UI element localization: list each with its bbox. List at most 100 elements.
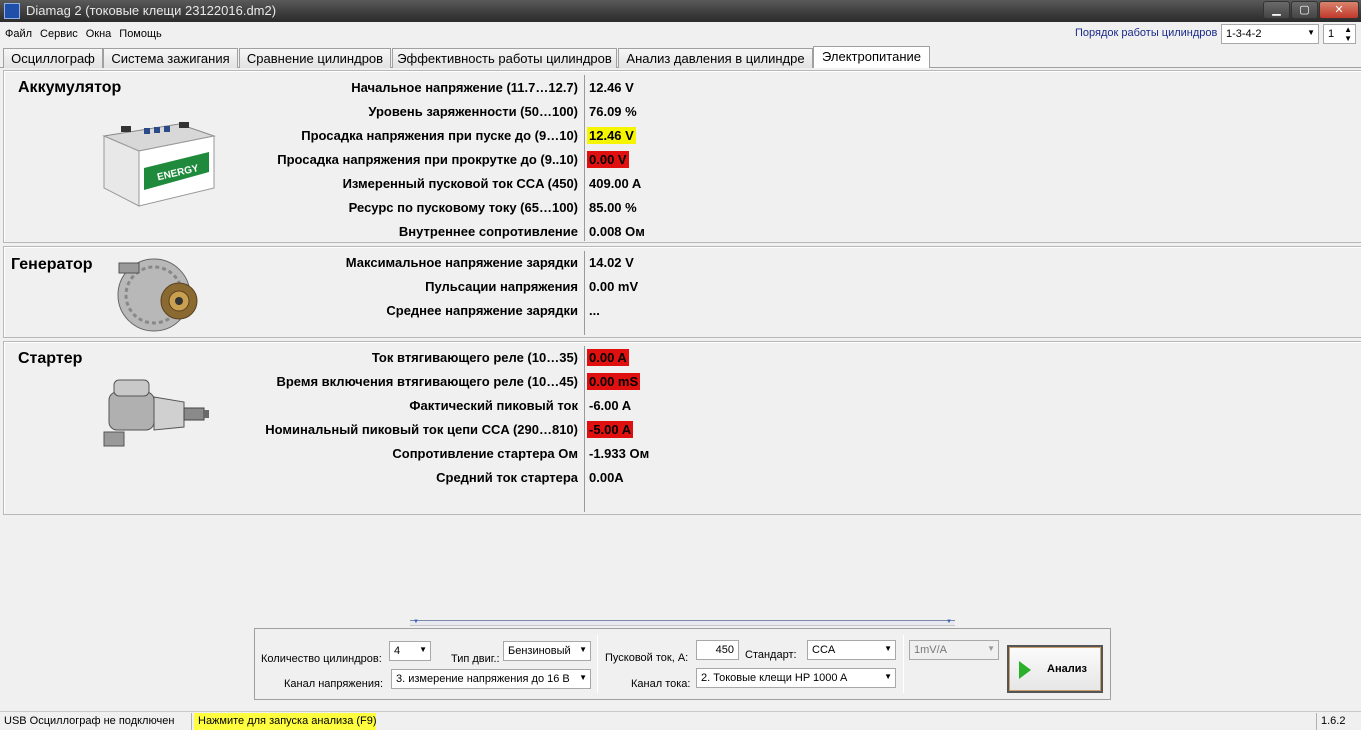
window-title: Diamag 2 (токовые клещи 23122016.dm2) [26,3,277,18]
starter-row-label: Сопротивление стартера Ом [392,446,578,461]
usb-status: USB Осциллограф не подключен [0,713,192,730]
starter-row-value: 0.00 A [587,349,629,366]
starter-row-label: Ток втягивающего реле (10…35) [371,350,578,365]
tab-ignition[interactable]: Система зажигания [103,48,238,68]
battery-row-value: 12.46 V [587,127,636,144]
current-channel-label: Канал тока: [631,678,691,690]
chevron-down-icon: ▼ [884,644,892,653]
menu-bar: Файл Сервис Окна Помощь [0,24,900,44]
play-icon [1019,661,1031,679]
tab-power-supply[interactable]: Электропитание [813,46,930,69]
menu-file[interactable]: Файл [0,24,35,40]
battery-row-label: Просадка напряжения при пуске до (9…10) [301,128,578,143]
generator-divider [584,251,585,335]
engine-type-value: Бензиновый [508,645,571,657]
starter-row-value: -6.00 A [589,398,632,413]
minimize-button[interactable]: ▁ [1263,1,1290,19]
starter-row-value: 0.00 mS [587,373,641,390]
status-bar: USB Осциллограф не подключен Нажмите для… [0,711,1361,730]
menu-help[interactable]: Помощь [114,24,165,40]
tab-cylinder-efficiency[interactable]: Эффективность работы цилиндров [392,48,617,68]
tab-strip: Осциллограф Система зажигания Сравнение … [0,46,1361,69]
chevron-down-icon: ▼ [1307,28,1315,37]
voltage-channel-label: Канал напряжения: [284,678,383,690]
tab-pressure-analysis[interactable]: Анализ давления в цилиндре [618,48,813,68]
battery-row-value: 0.00 V [587,151,629,168]
panel-splitter[interactable]: ▼ ▼ [410,619,955,626]
battery-row-value: 409.00 A [589,176,642,191]
standard-value: CCA [812,644,836,656]
engine-type-label: Тип двиг.: [451,653,500,665]
starter-row-label: Время включения втягивающего реле (10…45… [276,374,578,389]
battery-row-label: Внутреннее сопротивление [398,224,578,239]
battery-row-value: 12.46 V [589,80,634,95]
cyl-count-value: 4 [394,645,401,657]
battery-row-label: Начальное напряжение (11.7…12.7) [351,80,578,95]
chevron-down-icon: ▼ [579,673,587,682]
cylinder-order-label: Порядок работы цилиндров [1075,27,1218,39]
tab-cylinder-compare[interactable]: Сравнение цилиндров [239,48,391,68]
analyze-button[interactable]: Анализ [1007,645,1103,693]
cylinder-index-value: 1 [1328,28,1335,40]
start-current-input[interactable]: 450 [696,640,739,660]
generator-row-label: Максимальное напряжение зарядки [345,255,578,270]
generator-row-label: Пульсации напряжения [425,279,578,294]
maximize-button[interactable]: ▢ [1291,1,1318,19]
version-label: 1.6.2 [1316,713,1361,730]
starter-row-label: Фактический пиковый ток [409,398,578,413]
cylinder-index-spinner[interactable]: 1 ▲ ▼ [1323,24,1356,44]
starter-row-label: Номинальный пиковый ток цепи CCA (290…81… [265,422,578,437]
starter-row-label: Средний ток стартера [436,470,578,485]
chevron-down-icon: ▼ [579,645,587,654]
generator-row-value: 14.02 V [589,255,634,270]
splitter-right-marker-icon: ▼ [946,619,952,625]
battery-row-label: Уровень заряженности (50…100) [368,104,578,119]
battery-divider [584,75,585,241]
power-supply-panel: Аккумулятор ENERGY Начальное напряжение … [0,68,1361,713]
battery-row-label: Ресурс по пусковому току (65…100) [348,200,578,215]
spinner-arrows-icon: ▲ ▼ [1344,25,1352,43]
app-icon [4,3,20,19]
analysis-control-panel: Количество цилиндров: 4 ▼ Тип двиг.: Бен… [254,628,1111,700]
generator-row-value: 0.00 mV [589,279,639,294]
battery-row-label: Просадка напряжения при прокрутке до (9.… [277,152,578,167]
menu-service[interactable]: Сервис [35,24,81,40]
battery-row-value: 85.00 % [589,200,637,215]
tab-oscilloscope[interactable]: Осциллограф [3,48,103,68]
standard-label: Стандарт: [745,649,797,661]
battery-section: Аккумулятор ENERGY Начальное напряжение … [3,70,1361,243]
chevron-down-icon: ▼ [987,644,995,653]
scale-value: 1mV/A [914,644,948,656]
starter-row-value: -5.00 A [587,421,634,438]
starter-row-value: 0.00A [589,470,624,485]
start-current-label: Пусковой ток, А: [605,652,689,664]
standard-select[interactable]: CCA ▼ [807,640,896,660]
analyze-button-label: Анализ [1047,663,1087,675]
battery-row-value: 0.008 Ом [589,224,645,239]
control-separator [903,635,904,693]
starter-row-value: -1.933 Ом [589,446,650,461]
battery-row-value: 76.09 % [589,104,637,119]
menu-windows[interactable]: Окна [81,24,115,40]
scale-select[interactable]: 1mV/A ▼ [909,640,999,660]
chevron-down-icon: ▼ [419,645,427,654]
cylinder-order-value: 1-3-4-2 [1226,28,1262,40]
battery-row-label: Измеренный пусковой ток CCA (450) [342,176,578,191]
title-bar: Diamag 2 (токовые клещи 23122016.dm2) ▁ … [0,0,1361,22]
splitter-left-marker-icon: ▼ [413,619,419,625]
close-button[interactable]: ✕ [1319,1,1359,19]
generator-row-value: ... [589,303,600,318]
cyl-count-label: Количество цилиндров: [261,653,382,665]
control-separator [597,635,598,693]
starter-divider [584,346,585,512]
engine-type-select[interactable]: Бензиновый ▼ [503,641,591,661]
analysis-hint[interactable]: Нажмите для запуска анализа (F9) [194,713,377,730]
generator-row-label: Среднее напряжение зарядки [386,303,578,318]
starter-section: Стартер Ток втягивающего реле (10…35) 0.0… [3,341,1361,515]
cyl-count-select[interactable]: 4 ▼ [389,641,431,661]
generator-section: Генератор Максимальное напряжение зарядк… [3,246,1361,338]
chevron-down-icon: ▼ [884,672,892,681]
voltage-channel-select[interactable]: 3. измерение напряжения до 16 В ▼ [391,669,591,689]
current-channel-select[interactable]: 2. Токовые клещи HP 1000 A ▼ [696,668,896,688]
cylinder-order-select[interactable]: 1-3-4-2 ▼ [1221,24,1319,44]
